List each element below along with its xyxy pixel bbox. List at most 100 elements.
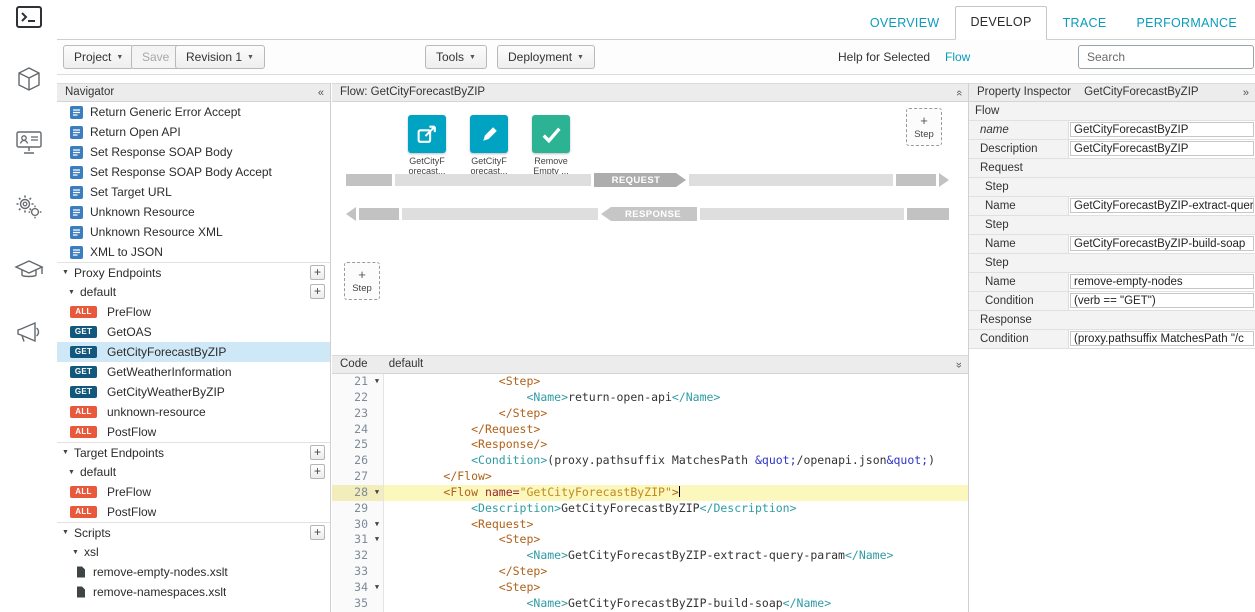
collapse-caret-icon[interactable]: ▼	[62, 269, 74, 276]
gutter-cell[interactable]: 32▼	[332, 548, 384, 564]
tab-trace[interactable]: TRACE	[1049, 8, 1121, 40]
nav-item-set-target-url[interactable]: Set Target URL	[57, 182, 330, 202]
pencil-icon[interactable]	[470, 115, 508, 153]
revision-button[interactable]: Revision 1 ▼	[175, 45, 265, 69]
gutter-cell[interactable]: 26▼	[332, 453, 384, 469]
code-line-34[interactable]: 34▼ <Step>	[332, 580, 968, 596]
tools-button[interactable]: Tools ▼	[425, 45, 487, 69]
gutter-cell[interactable]: 22▼	[332, 390, 384, 406]
tab-develop[interactable]: DEVELOP	[955, 6, 1046, 40]
inspector-field-value[interactable]: (verb == "GET")	[1070, 293, 1254, 308]
gutter-cell[interactable]: 33▼	[332, 564, 384, 580]
add-button[interactable]: +	[310, 525, 325, 540]
code-line-31[interactable]: 31▼ <Step>	[332, 532, 968, 548]
code-line-32[interactable]: 32▼ <Name>GetCityForecastByZIP-extract-q…	[332, 548, 968, 564]
nav-item-proxy-endpoints[interactable]: ▼Proxy Endpoints+	[57, 262, 330, 282]
project-button[interactable]: Project ▼	[63, 45, 134, 69]
package-icon[interactable]	[16, 66, 42, 92]
terminal-icon[interactable]	[16, 6, 42, 28]
collapse-left-icon[interactable]: «	[318, 85, 324, 101]
add-step-button-bottom[interactable]: + Step	[344, 262, 380, 300]
inspector-field-value[interactable]: remove-empty-nodes	[1070, 274, 1254, 289]
nav-item-xml-to-json[interactable]: XML to JSON	[57, 242, 330, 262]
nav-item-default[interactable]: ▼default+	[57, 462, 330, 482]
code-line-29[interactable]: 29▼ <Description>GetCityForecastByZIP</D…	[332, 501, 968, 517]
code-line-21[interactable]: 21▼ <Step>	[332, 374, 968, 390]
inspector-field-value[interactable]: GetCityForecastByZIP-extract-query-param	[1070, 198, 1254, 213]
check-icon[interactable]	[532, 115, 570, 153]
nav-item-target-endpoints[interactable]: ▼Target Endpoints+	[57, 442, 330, 462]
nav-item-unknown-resource[interactable]: Unknown Resource	[57, 202, 330, 222]
collapse-caret-icon[interactable]: ▼	[72, 549, 84, 556]
nav-item-remove-empty-nodes-xslt[interactable]: remove-empty-nodes.xslt	[57, 562, 330, 582]
code-line-26[interactable]: 26▼ <Condition>(proxy.pathsuffix Matches…	[332, 453, 968, 469]
nav-item-getoas[interactable]: GETGetOAS	[57, 322, 330, 342]
code-line-28[interactable]: 28▼ <Flow name="GetCityForecastByZIP">	[332, 485, 968, 501]
add-button[interactable]: +	[310, 445, 325, 460]
inspector-field-value[interactable]: (proxy.pathsuffix MatchesPath "/c	[1070, 331, 1254, 346]
gutter-cell[interactable]: 34▼	[332, 580, 384, 596]
collapse-down-icon[interactable]: «	[951, 362, 967, 368]
code-line-25[interactable]: 25▼ <Response/>	[332, 437, 968, 453]
nav-item-getcityforecastbyzip[interactable]: GETGetCityForecastByZIP	[57, 342, 330, 362]
flow-step-3[interactable]: Remove Empty ...	[528, 115, 574, 176]
save-button[interactable]: Save	[131, 45, 180, 69]
fold-caret-icon[interactable]: ▼	[371, 580, 383, 596]
fold-caret-icon[interactable]: ▼	[371, 532, 383, 548]
nav-item-scripts[interactable]: ▼Scripts+	[57, 522, 330, 542]
expand-right-icon[interactable]: »	[1243, 85, 1249, 101]
fold-caret-icon[interactable]: ▼	[371, 374, 383, 390]
nav-item-getweatherinformation[interactable]: GETGetWeatherInformation	[57, 362, 330, 382]
nav-item-set-response-soap-body-accept[interactable]: Set Response SOAP Body Accept	[57, 162, 330, 182]
fold-caret-icon[interactable]: ▼	[371, 517, 383, 533]
nav-item-remove-namespaces-xslt[interactable]: remove-namespaces.xslt	[57, 582, 330, 602]
code-line-30[interactable]: 30▼ <Request>	[332, 517, 968, 533]
collapse-caret-icon[interactable]: ▼	[62, 529, 74, 536]
nav-item-preflow[interactable]: ALLPreFlow	[57, 302, 330, 322]
gutter-cell[interactable]: 27▼	[332, 469, 384, 485]
workstation-icon[interactable]	[15, 130, 43, 156]
help-flow-link[interactable]: Flow	[945, 40, 970, 75]
gutter-cell[interactable]: 35▼	[332, 596, 384, 612]
flow-step-1[interactable]: GetCityF orecast...	[404, 115, 450, 176]
gutter-cell[interactable]: 30▼	[332, 517, 384, 533]
nav-item-unknown-resource[interactable]: ALLunknown-resource	[57, 402, 330, 422]
nav-item-return-generic-error-accept[interactable]: Return Generic Error Accept	[57, 102, 330, 122]
gutter-cell[interactable]: 25▼	[332, 437, 384, 453]
gutter-cell[interactable]: 31▼	[332, 532, 384, 548]
nav-item-unknown-resource-xml[interactable]: Unknown Resource XML	[57, 222, 330, 242]
collapse-caret-icon[interactable]: ▼	[68, 469, 80, 476]
search-input[interactable]	[1078, 45, 1254, 69]
tab-performance[interactable]: PERFORMANCE	[1122, 8, 1251, 40]
deployment-button[interactable]: Deployment ▼	[497, 45, 595, 69]
add-button[interactable]: +	[310, 284, 325, 299]
collapse-caret-icon[interactable]: ▼	[68, 289, 80, 296]
nav-item-preflow[interactable]: ALLPreFlow	[57, 482, 330, 502]
nav-item-postflow[interactable]: ALLPostFlow	[57, 422, 330, 442]
tab-overview[interactable]: OVERVIEW	[856, 8, 954, 40]
add-button[interactable]: +	[310, 464, 325, 479]
gutter-cell[interactable]: 21▼	[332, 374, 384, 390]
code-line-33[interactable]: 33▼ </Step>	[332, 564, 968, 580]
transfer-icon[interactable]	[408, 115, 446, 153]
code-editor[interactable]: 21▼ <Step>22▼ <Name>return-open-api</Nam…	[332, 374, 968, 612]
gutter-cell[interactable]: 24▼	[332, 422, 384, 438]
inspector-field-value[interactable]: GetCityForecastByZIP	[1070, 141, 1254, 156]
nav-item-xsl[interactable]: ▼xsl	[57, 542, 330, 562]
inspector-field-value[interactable]: GetCityForecastByZIP-build-soap	[1070, 236, 1254, 251]
collapse-caret-icon[interactable]: ▼	[62, 449, 74, 456]
code-line-22[interactable]: 22▼ <Name>return-open-api</Name>	[332, 390, 968, 406]
add-step-button-top[interactable]: + Step	[906, 108, 942, 146]
nav-item-postflow[interactable]: ALLPostFlow	[57, 502, 330, 522]
code-line-23[interactable]: 23▼ </Step>	[332, 406, 968, 422]
code-line-27[interactable]: 27▼ </Flow>	[332, 469, 968, 485]
nav-item-set-response-soap-body[interactable]: Set Response SOAP Body	[57, 142, 330, 162]
add-button[interactable]: +	[310, 265, 325, 280]
code-line-35[interactable]: 35▼ <Name>GetCityForecastByZIP-build-soa…	[332, 596, 968, 612]
megaphone-icon[interactable]	[15, 320, 43, 344]
nav-item-return-open-api[interactable]: Return Open API	[57, 122, 330, 142]
gutter-cell[interactable]: 23▼	[332, 406, 384, 422]
inspector-field-value[interactable]: GetCityForecastByZIP	[1070, 122, 1254, 137]
gutter-cell[interactable]: 28▼	[332, 485, 384, 501]
gears-icon[interactable]	[15, 194, 43, 220]
